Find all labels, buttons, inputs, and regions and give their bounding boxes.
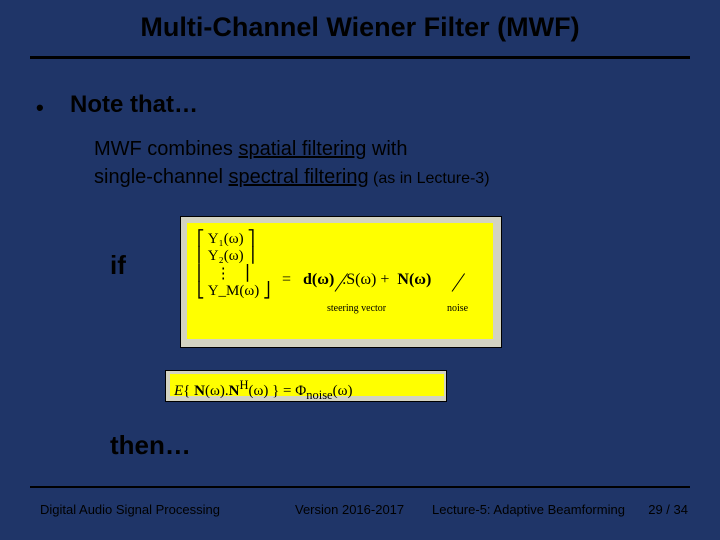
divider-bottom: [30, 486, 690, 488]
slide: Multi-Channel Wiener Filter (MWF) • Note…: [0, 0, 720, 540]
bullet-icon: •: [36, 95, 44, 121]
d-vector: d(ω): [303, 271, 334, 288]
equation-box-1: ⎡ Y₁(ω) ⎤ ⎢ Y₂(ω) ⎥ ⎢ ⋮ ⎥ ⎣ Y_M(ω) ⎦ = d…: [180, 216, 502, 348]
footer-left: Digital Audio Signal Processing: [40, 502, 220, 517]
then-label: then…: [110, 430, 191, 461]
underline-spatial: spatial filtering: [238, 138, 366, 160]
footer-right: Lecture-5: Adaptive Beamforming: [432, 502, 625, 517]
if-label: if: [110, 250, 126, 281]
text: MWF combines: [94, 138, 238, 160]
slide-title: Multi-Channel Wiener Filter (MWF): [0, 12, 720, 43]
text: with: [366, 138, 407, 160]
arrow-icon: [452, 273, 465, 292]
equation-box-2: E{ N(ω).NH(ω) } = Φnoise(ω): [165, 370, 447, 402]
body-line-1: MWF combines spatial filtering with: [94, 138, 407, 161]
underline-spectral: spectral filtering: [229, 166, 369, 188]
text: single-channel: [94, 166, 229, 188]
y1: Y₁(ω): [208, 231, 244, 247]
paren-note: (as in Lecture-3): [369, 170, 490, 187]
note-heading: Note that…: [70, 91, 198, 119]
n-vector: N(ω): [397, 271, 431, 288]
equation-1-inner: ⎡ Y₁(ω) ⎤ ⎢ Y₂(ω) ⎥ ⎢ ⋮ ⎥ ⎣ Y_M(ω) ⎦ = d…: [187, 223, 493, 339]
s-term: .S(ω) +: [342, 271, 389, 288]
body-line-2: single-channel spectral filtering (as in…: [94, 166, 490, 189]
vector-y: ⎡ Y₁(ω) ⎤ ⎢ Y₂(ω) ⎥ ⎢ ⋮ ⎥ ⎣ Y_M(ω) ⎦: [197, 231, 271, 300]
footer-page: 29 / 34: [648, 502, 688, 517]
ym: Y_M(ω): [208, 283, 260, 299]
y2: Y₂(ω): [208, 248, 244, 264]
equals: =: [282, 271, 291, 288]
divider-top: [30, 56, 690, 59]
footer-mid: Version 2016-2017: [295, 502, 404, 517]
noise-label: noise: [447, 303, 468, 314]
steering-vector-label: steering vector: [327, 303, 386, 314]
equation-2-text: E{ N(ω).NH(ω) } = Φnoise(ω): [170, 374, 444, 396]
dots: ⋮: [216, 266, 231, 282]
equation-rhs: = d(ω) .S(ω) + N(ω): [282, 271, 431, 289]
